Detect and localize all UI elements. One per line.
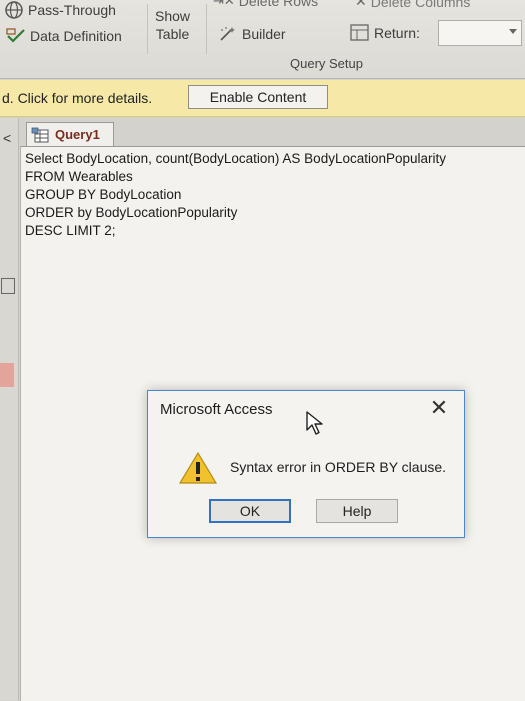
data-definition-icon	[6, 28, 25, 43]
return-icon	[350, 24, 369, 41]
warning-icon	[178, 451, 218, 484]
return-label: Return:	[374, 25, 420, 41]
security-message: d. Click for more details.	[2, 90, 153, 106]
nav-selection-marker	[0, 363, 14, 387]
query-icon	[31, 127, 49, 142]
sql-line: ORDER by BodyLocationPopularity	[25, 205, 238, 220]
data-definition-button[interactable]: Data Definition	[6, 28, 122, 44]
chevron-down-icon	[509, 29, 517, 34]
dialog-message: Syntax error in ORDER BY clause.	[230, 459, 447, 475]
sql-line: Select BodyLocation, count(BodyLocation)…	[25, 151, 447, 166]
pass-through-button[interactable]: Pass-Through	[4, 0, 116, 20]
builder-wand-icon	[220, 27, 235, 41]
delete-rows-label: Delete Rows	[238, 0, 319, 9]
delete-columns-label: Delete Columns	[370, 0, 471, 10]
nav-object-icon	[1, 278, 15, 294]
close-icon[interactable]: ✕	[424, 395, 454, 421]
collapse-chevron-icon[interactable]: <	[3, 130, 11, 146]
tab-query1[interactable]: Query1	[26, 122, 114, 146]
enable-content-button[interactable]: Enable Content	[188, 85, 328, 109]
delete-rows-button[interactable]: ⇥✕ Delete Rows	[213, 0, 318, 9]
ok-button[interactable]: OK	[209, 499, 291, 523]
security-warning-bar: d. Click for more details. Enable Conten…	[0, 80, 525, 117]
sql-line: DESC LIMIT 2;	[25, 223, 116, 238]
dialog-title: Microsoft Access	[160, 401, 273, 418]
pass-through-label: Pass-Through	[28, 2, 116, 18]
return-dropdown[interactable]	[438, 20, 522, 46]
builder-label: Builder	[242, 26, 286, 42]
navigation-pane-collapsed: <	[0, 118, 19, 700]
return-label-group: Return:	[350, 24, 420, 42]
show-table-label-2: Table	[155, 26, 190, 42]
delete-columns-icon: ✕	[355, 0, 367, 9]
show-table-label-1: Show	[155, 8, 191, 24]
show-table-button[interactable]: Show Table	[155, 8, 190, 42]
data-definition-label: Data Definition	[30, 28, 122, 44]
mouse-pointer-icon	[306, 411, 323, 435]
globe-icon	[5, 1, 23, 19]
ribbon: Pass-Through Data Definition Show Table …	[0, 0, 525, 79]
query-setup-group-label: Query Setup	[290, 56, 363, 71]
builder-button[interactable]: Builder	[218, 26, 286, 42]
tab-title: Query1	[55, 127, 100, 142]
sql-line: FROM Wearables	[25, 169, 133, 184]
delete-columns-button[interactable]: ✕ Delete Columns	[355, 0, 470, 10]
delete-rows-icon: ⇥✕	[213, 0, 235, 8]
help-button[interactable]: Help	[316, 499, 398, 523]
sql-line: GROUP BY BodyLocation	[25, 187, 182, 202]
